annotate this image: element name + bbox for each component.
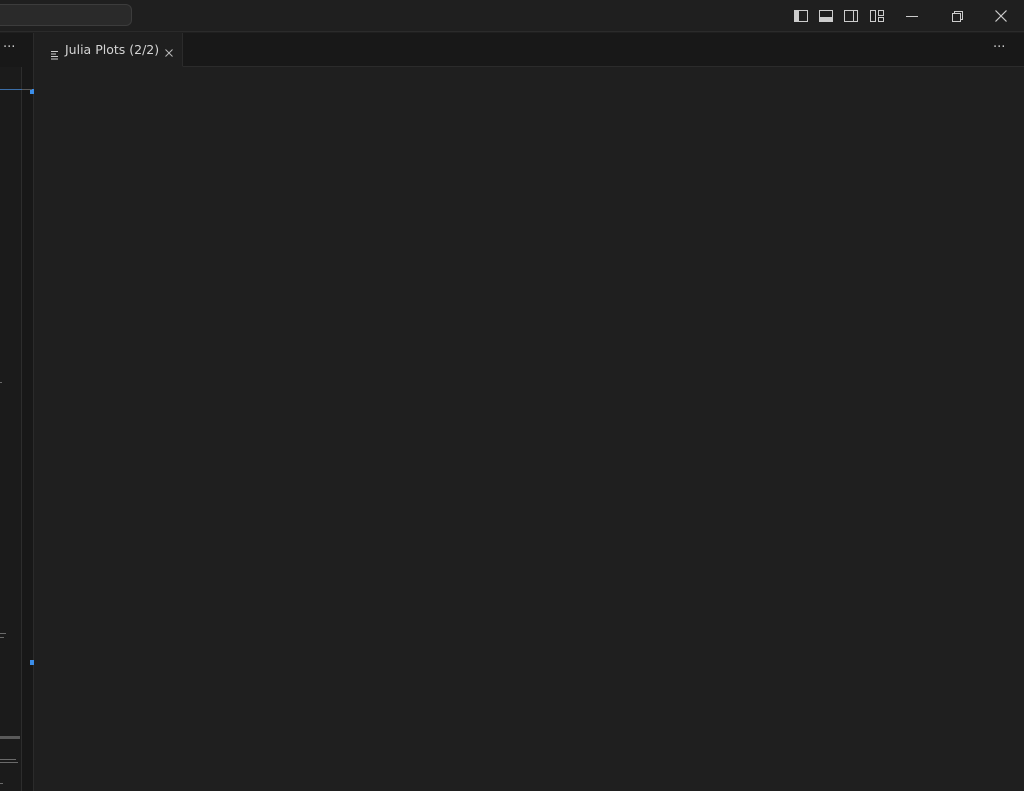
text-fragment bbox=[0, 637, 4, 638]
command-center-search-input[interactable] bbox=[0, 4, 132, 26]
tab-julia-plots[interactable]: Julia Plots (2/2) bbox=[35, 33, 183, 67]
toggle-secondary-sidebar-icon[interactable] bbox=[843, 8, 859, 24]
more-actions-button[interactable]: ··· bbox=[3, 41, 21, 57]
more-actions-button[interactable]: ··· bbox=[993, 41, 1011, 57]
left-editor-content bbox=[0, 67, 22, 791]
text-fragment bbox=[0, 759, 16, 760]
toggle-panel-icon[interactable] bbox=[818, 8, 834, 24]
minimize-icon[interactable] bbox=[904, 8, 920, 24]
customize-layout-icon[interactable] bbox=[869, 8, 885, 24]
text-fragment bbox=[0, 736, 20, 739]
sash-handle-bottom[interactable] bbox=[30, 660, 34, 665]
plot-pane bbox=[35, 67, 1024, 791]
left-editor-group: ··· bbox=[0, 33, 34, 791]
close-icon[interactable] bbox=[163, 44, 175, 57]
text-fragment bbox=[0, 762, 18, 763]
sash-line bbox=[22, 89, 32, 90]
close-icon[interactable] bbox=[993, 8, 1009, 24]
restore-icon[interactable] bbox=[949, 8, 965, 24]
text-fragment bbox=[0, 382, 2, 383]
toggle-primary-sidebar-icon[interactable] bbox=[793, 8, 809, 24]
title-bar bbox=[0, 0, 1024, 32]
text-fragment bbox=[0, 633, 6, 634]
text-fragment bbox=[0, 783, 3, 784]
preview-lines-icon bbox=[50, 45, 60, 60]
tab-label: Julia Plots (2/2) bbox=[65, 42, 160, 57]
editor-tab-bar: Julia Plots (2/2) ··· bbox=[35, 33, 1024, 67]
cursor-line bbox=[0, 89, 22, 90]
